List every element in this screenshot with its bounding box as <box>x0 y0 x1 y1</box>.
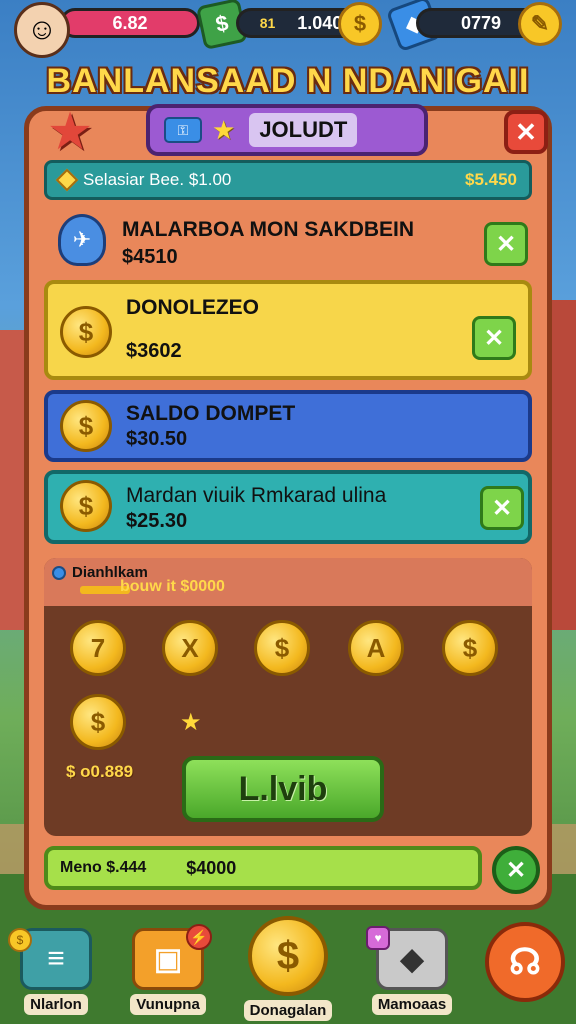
list-item[interactable]: $ SALDO DOMPET $30.50 <box>44 390 532 462</box>
row-amount: $25.30 <box>126 510 188 532</box>
page-title: BANLANSAAD N NDANIGAII <box>46 62 530 100</box>
coin-icon[interactable]: $ <box>70 694 126 750</box>
coin-icon: $ <box>338 2 382 46</box>
coin-icon[interactable]: A <box>348 620 404 676</box>
top-status-bar: 6.82 ☺ $ 81 1.040 $ ◆ 0779 ✎ <box>0 0 576 58</box>
star-icon: ★ <box>212 114 236 145</box>
close-icon[interactable]: ✕ <box>472 316 516 360</box>
balance-label: Selasiar Bee. $1.00 <box>83 170 232 189</box>
coin-icon: $ <box>60 480 112 532</box>
nav-item-coins[interactable]: $ Donagalan <box>238 916 338 1024</box>
progress-value: $4000 <box>186 857 237 878</box>
coin-badge-icon: $ <box>8 928 32 952</box>
coin-icon: $ <box>248 916 328 996</box>
progress-label: Meno $.444 <box>60 859 147 876</box>
row-title: SALDO DOMPET <box>126 402 296 425</box>
coin-icon[interactable]: 7 <box>70 620 126 676</box>
claim-button[interactable]: L.lvib <box>182 756 384 822</box>
wallet-header: Dianhlkam bouw it $0000 <box>44 558 532 606</box>
nav-item-tools[interactable]: ◆ ♥ Mamoaas <box>362 926 462 1024</box>
nav-item-books[interactable]: ≡ $ Nlarlon <box>6 928 106 1024</box>
cash-value: 1.040 <box>297 12 343 33</box>
diamond-icon <box>55 168 79 192</box>
row-amount: $4510 <box>122 246 178 268</box>
tab-label: JOLUDT <box>249 113 358 147</box>
mascot-icon: ✈ <box>58 214 106 266</box>
alert-badge-icon: ⚡ <box>186 924 212 950</box>
star-badge-icon: ★ <box>46 103 94 161</box>
nav-item-chest[interactable]: ▣ ⚡ Vunupna <box>118 924 218 1024</box>
player-avatar[interactable]: ☺ <box>14 2 70 58</box>
nav-item-friends[interactable]: ☊ <box>482 922 568 1018</box>
tab-header[interactable]: ⚿ ★ JOLUDT <box>146 104 428 156</box>
list-item[interactable]: ✈ MALARBOA MON SAKDBEIN $4510 ✕ <box>44 206 532 274</box>
nav-label: Nlarlon <box>24 994 88 1015</box>
sparkle-icon: ★ <box>180 709 202 736</box>
close-icon[interactable]: ✕ <box>480 486 524 530</box>
friends-icon: ☊ <box>485 922 565 1002</box>
list-item[interactable]: $ DONOLEZEO $3602 ✕ <box>44 280 532 380</box>
coin-icon[interactable]: $ <box>254 620 310 676</box>
row-amount: $30.50 <box>126 428 188 450</box>
coin-icon[interactable]: $ <box>442 620 498 676</box>
row-title: Mardan viuik Rmkarad ulina <box>126 484 387 507</box>
close-icon[interactable]: ✕ <box>484 222 528 266</box>
row-amount: $3602 <box>126 340 182 362</box>
edit-pencil-icon[interactable]: ✎ <box>518 2 562 46</box>
nav-label: Mamoaas <box>371 994 453 1015</box>
list-item[interactable]: $ Mardan viuik Rmkarad ulina $25.30 ✕ <box>44 470 532 544</box>
nav-label: Donagalan <box>243 1000 333 1021</box>
heart-badge-icon: ♥ <box>366 926 390 950</box>
close-icon[interactable]: ✕ <box>492 846 540 894</box>
row-title: MALARBOA MON SAKDBEIN <box>122 218 415 241</box>
balance-value: $5.450 <box>465 170 517 189</box>
nav-label: Vunupna <box>130 994 206 1015</box>
bottom-nav: ≡ $ Nlarlon ▣ ⚡ Vunupna $ Donagalan ◆ ♥ … <box>0 916 576 1024</box>
cash-badge: 81 <box>259 15 276 31</box>
coin-icon[interactable]: X <box>162 620 218 676</box>
hearts-counter: 6.82 <box>60 8 200 38</box>
wallet-amount: $ o0.889 <box>66 762 134 781</box>
coin-icon: $ <box>60 400 112 452</box>
row-title: DONOLEZEO <box>126 296 260 319</box>
close-button[interactable]: ✕ <box>504 110 548 154</box>
info-icon <box>52 565 66 580</box>
progress-bar: Meno $.444 $4000 <box>44 846 482 890</box>
wallet-subtitle: bouw it $0000 <box>120 578 225 595</box>
balance-bar: Selasiar Bee. $1.00 $5.450 <box>44 160 532 200</box>
coin-icon: $ <box>60 306 112 358</box>
key-icon: ⚿ <box>164 117 202 143</box>
